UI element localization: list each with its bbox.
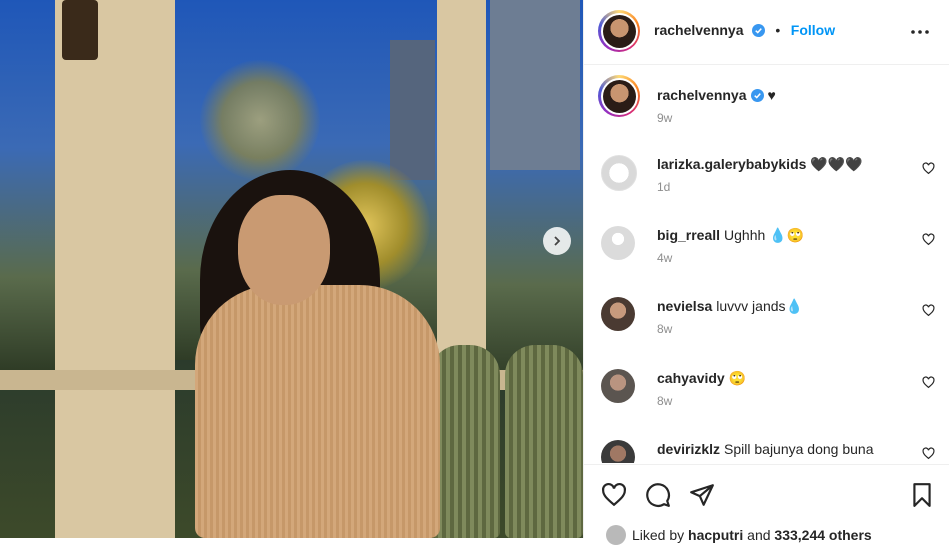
window-pane: [0, 0, 55, 370]
comment-timestamp: 4w: [657, 251, 673, 265]
more-options-icon[interactable]: [910, 22, 930, 42]
rattan-chair: [430, 345, 500, 538]
comment-timestamp: 8w: [657, 394, 673, 408]
person-body: [195, 285, 440, 538]
likes-prefix: Liked by: [632, 527, 685, 543]
likes-and: and: [747, 527, 771, 543]
caption-author-avatar[interactable]: [598, 75, 640, 117]
background-building: [490, 0, 580, 170]
person-face: [238, 195, 330, 305]
comment-timestamp: 1d: [657, 180, 671, 194]
heart-icon[interactable]: [601, 482, 627, 508]
post-photo[interactable]: [0, 0, 583, 538]
caption-username[interactable]: rachelvennya: [657, 87, 747, 103]
heart-icon[interactable]: [922, 233, 935, 246]
bookmark-icon[interactable]: [909, 482, 935, 508]
comment-text: 🙄: [728, 370, 747, 386]
heart-icon[interactable]: [922, 376, 935, 389]
comment-text: 🖤🖤🖤: [810, 156, 863, 172]
comment-username[interactable]: cahyavidy: [657, 370, 725, 386]
wall-lamp: [62, 0, 98, 60]
author-avatar[interactable]: [598, 10, 640, 52]
background-building: [390, 40, 435, 180]
comment-username[interactable]: big_rreall: [657, 227, 720, 243]
comment-avatar[interactable]: [601, 297, 635, 331]
verified-badge-icon: [750, 89, 764, 102]
action-bar: [584, 464, 949, 525]
comment-username[interactable]: larizka.galerybabykids: [657, 156, 806, 172]
post-header: rachelvennya • Follow: [584, 0, 949, 65]
carousel-next-button[interactable]: [543, 227, 571, 255]
likes-summary: Liked by hacputri and 333,244 others: [606, 525, 872, 545]
separator-dot: •: [775, 22, 781, 38]
comment-avatar[interactable]: [601, 440, 635, 463]
comment-username[interactable]: devirizklz: [657, 441, 720, 457]
rattan-chair: [505, 345, 583, 538]
comment-avatar[interactable]: [601, 226, 635, 260]
chevron-right-icon: [554, 236, 561, 246]
comment-text: Spill bajunya dong buna: [724, 441, 874, 457]
comment-avatar[interactable]: [601, 155, 637, 191]
liker-username[interactable]: hacputri: [688, 527, 743, 543]
heart-icon[interactable]: [922, 162, 935, 175]
share-icon[interactable]: [689, 482, 715, 508]
follow-button[interactable]: Follow: [791, 22, 835, 38]
heart-icon[interactable]: [922, 447, 935, 460]
caption-timestamp: 9w: [657, 111, 673, 125]
post-sidebar: rachelvennya • Follow rachelvennya ♥ 9w l…: [583, 0, 949, 545]
liker-avatar[interactable]: [606, 525, 626, 545]
comment-icon[interactable]: [645, 482, 671, 508]
window-frame: [55, 0, 175, 538]
lit-tree: [200, 60, 320, 180]
comment-text: Ughhh 💧🙄: [724, 227, 805, 243]
heart-icon[interactable]: [922, 304, 935, 317]
author-username[interactable]: rachelvennya: [654, 22, 744, 38]
comments-list[interactable]: rachelvennya ♥ 9w larizka.galerybabykids 🖤…: [584, 65, 949, 463]
verified-badge-icon: [751, 24, 765, 37]
caption-text: ♥: [767, 87, 776, 103]
comment-username[interactable]: nevielsa: [657, 298, 712, 314]
comment-text: luvvv jands💧: [716, 298, 803, 314]
comment-timestamp: 8w: [657, 322, 673, 336]
likes-count[interactable]: 333,244 others: [774, 527, 871, 543]
comment-avatar[interactable]: [601, 369, 635, 403]
